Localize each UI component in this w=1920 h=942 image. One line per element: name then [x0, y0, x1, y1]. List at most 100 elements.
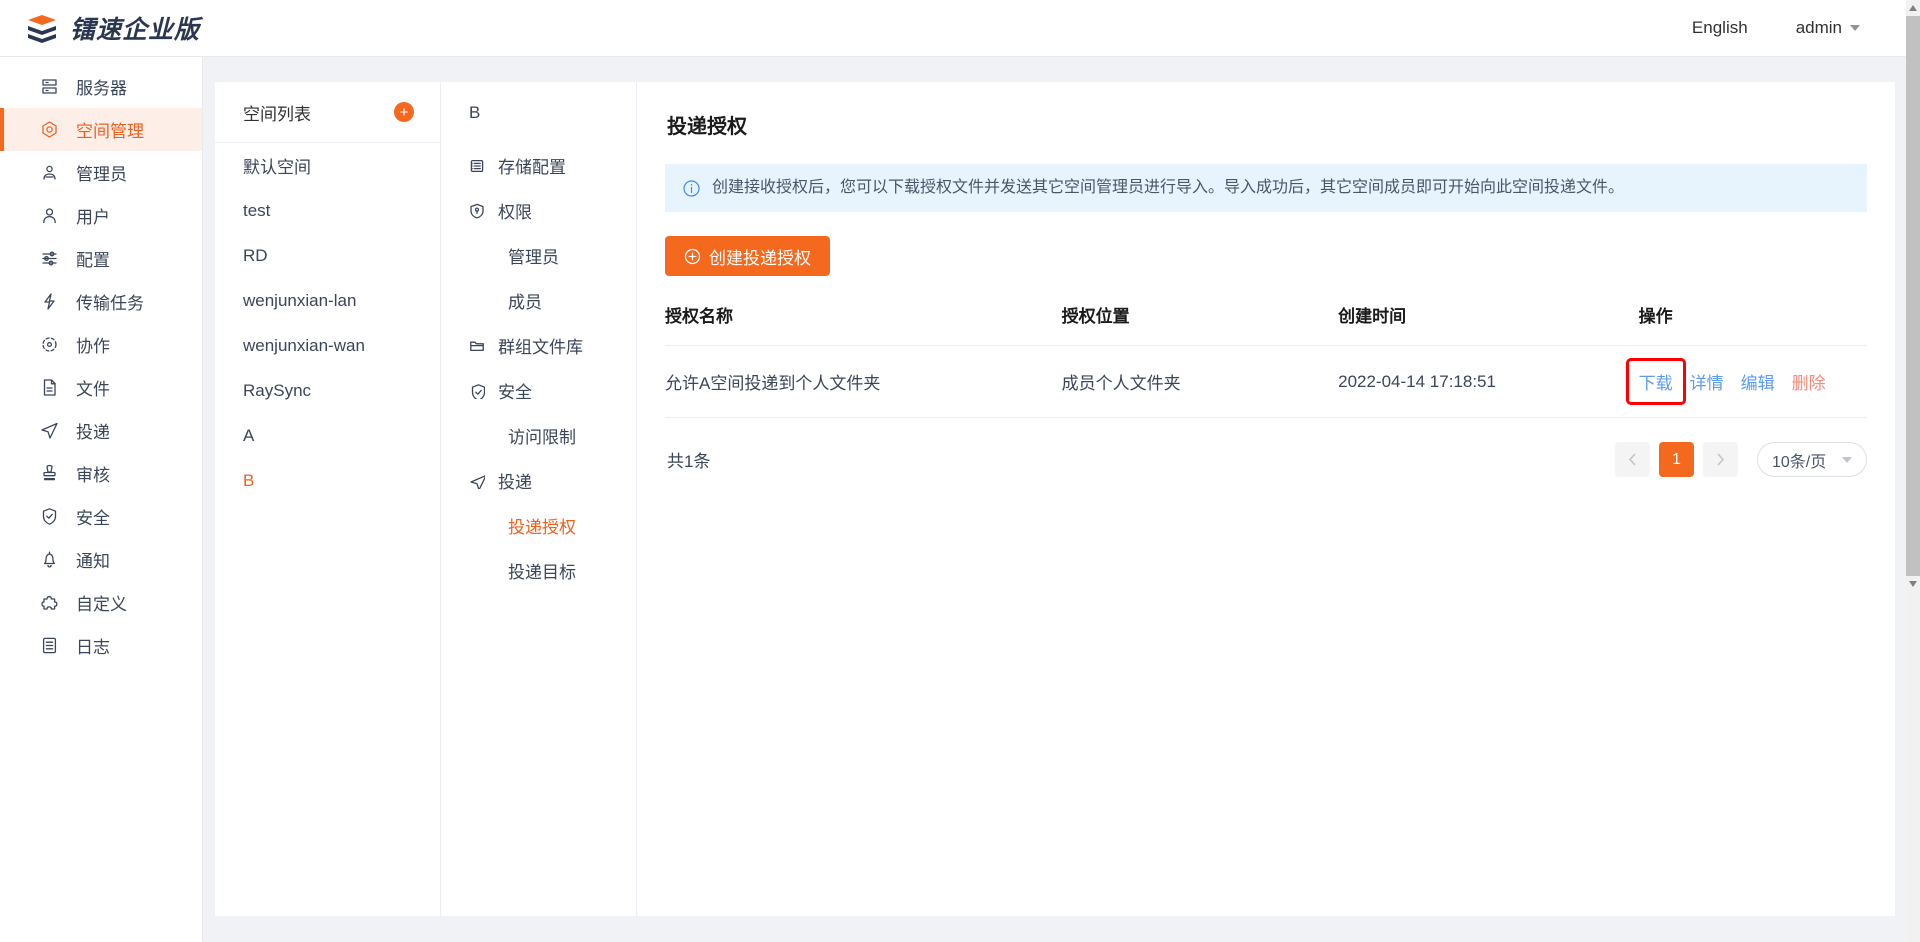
sidebar-item-label: 投递	[76, 418, 110, 443]
brand[interactable]: 镭速企业版	[0, 10, 203, 46]
sidebar-item-10[interactable]: 审核	[0, 452, 202, 495]
folder-icon	[469, 338, 485, 354]
pagination: 1 10条/页	[1615, 442, 1867, 477]
tree-item-label: 安全	[498, 378, 532, 403]
sidebar-item-14[interactable]: 日志	[0, 624, 202, 667]
content-area: 空间列表 + 默认空间 test RD wenjunxian-lan wenjunxia…	[203, 57, 1920, 942]
space-list-item-5[interactable]: wenjunxian-wan	[215, 323, 440, 368]
sidebar-item-11[interactable]: 安全	[0, 495, 202, 538]
user-menu-label: admin	[1796, 18, 1842, 38]
space-list-item-4[interactable]: wenjunxian-lan	[215, 278, 440, 323]
tree-item-label: 投递目标	[508, 558, 576, 583]
sidebar-item-12[interactable]: 通知	[0, 538, 202, 581]
tree-item-label: 群组文件库	[498, 333, 583, 358]
sidebar-nav: 服务器空间管理管理员用户配置传输任务协作文件投递审核安全通知自定义日志	[0, 57, 203, 942]
pagination-prev-button[interactable]	[1615, 442, 1650, 477]
tree-item-7[interactable]: 访问限制	[441, 413, 636, 458]
space-list-item-label: RaySync	[243, 381, 311, 401]
tree-item-4[interactable]: 成员	[441, 278, 636, 323]
space-list-item-3[interactable]: RD	[215, 233, 440, 278]
action-delete-link[interactable]: 删除	[1792, 369, 1826, 394]
chevron-down-icon	[1850, 25, 1860, 31]
brand-name: 镭速企业版	[70, 10, 200, 46]
table-body: 允许A空间投递到个人文件夹成员个人文件夹2022-04-14 17:18:51下…	[665, 346, 1867, 418]
sidebar-item-label: 安全	[76, 504, 110, 529]
tree-item-1[interactable]: 存储配置	[441, 143, 636, 188]
create-delivery-authorization-button[interactable]: 创建投递授权	[665, 236, 830, 276]
sidebar-item-label: 用户	[76, 203, 110, 228]
sidebar-item-label: 审核	[76, 461, 110, 486]
plus-circle-icon[interactable]: +	[394, 102, 414, 122]
space-tree-items: 存储配置权限管理员成员群组文件库安全访问限制投递投递授权投递目标	[441, 143, 636, 593]
tree-item-2[interactable]: 权限	[441, 188, 636, 233]
sidebar-item-13[interactable]: 自定义	[0, 581, 202, 624]
space-list-item-label: 默认空间	[243, 153, 311, 178]
space-list-item-1[interactable]: 默认空间	[215, 143, 440, 188]
sidebar-item-1[interactable]: 服务器	[0, 65, 202, 108]
raysync-logo-icon	[25, 13, 59, 43]
scrollbar-thumb[interactable]	[1906, 16, 1920, 576]
sidebar-item-label: 管理员	[76, 160, 127, 185]
space-tree-panel: B 存储配置权限管理员成员群组文件库安全访问限制投递投递授权投递目标	[441, 82, 637, 916]
space-list-items: 默认空间 test RD wenjunxian-lan wenjunxian-wan Ra…	[215, 143, 440, 503]
log-icon	[40, 636, 59, 655]
tree-item-9[interactable]: 投递授权	[441, 503, 636, 548]
shield-check-icon	[40, 507, 59, 526]
table-footer: 共1条 1 10条/页	[665, 442, 1867, 477]
cell-created-time: 2022-04-14 17:18:51	[1338, 346, 1639, 418]
scroll-down-arrow-icon[interactable]	[1906, 576, 1920, 592]
send-icon	[40, 421, 59, 440]
space-list-panel: 空间列表 + 默认空间 test RD wenjunxian-lan wenjunxia…	[215, 82, 441, 916]
sidebar-item-5[interactable]: 配置	[0, 237, 202, 280]
main-content-panel: 投递授权 创建接收授权后，您可以下载授权文件并发送其它空间管理员进行导入。导入成…	[637, 82, 1895, 916]
collaborate-icon	[40, 335, 59, 354]
action-download-link[interactable]: 下载	[1629, 361, 1683, 402]
user-menu-button[interactable]: admin	[1796, 18, 1860, 38]
header-right-group: English admin	[1692, 18, 1920, 38]
sidebar-item-8[interactable]: 文件	[0, 366, 202, 409]
space-list-item-6[interactable]: RaySync	[215, 368, 440, 413]
space-list-item-label: A	[243, 426, 254, 446]
sidebar-item-6[interactable]: 传输任务	[0, 280, 202, 323]
sidebar-item-4[interactable]: 用户	[0, 194, 202, 237]
space-list-item-label: wenjunxian-wan	[243, 336, 365, 356]
sliders-icon	[40, 249, 59, 268]
space-list-item-7[interactable]: A	[215, 413, 440, 458]
space-list-item-2[interactable]: test	[215, 188, 440, 233]
permission-icon	[469, 203, 485, 219]
space-list-item-label: RD	[243, 246, 268, 266]
space-list-item-label: wenjunxian-lan	[243, 291, 356, 311]
page-size-select[interactable]: 10条/页	[1757, 442, 1867, 477]
column-header-actions: 操作	[1639, 302, 1867, 346]
sidebar-item-9[interactable]: 投递	[0, 409, 202, 452]
transfer-icon	[40, 292, 59, 311]
space-list-item-8[interactable]: B	[215, 458, 440, 503]
tree-item-8[interactable]: 投递	[441, 458, 636, 503]
sidebar-item-label: 服务器	[76, 74, 127, 99]
sidebar-item-2[interactable]: 空间管理	[0, 108, 202, 151]
pagination-page-1[interactable]: 1	[1659, 442, 1694, 477]
action-detail-link[interactable]: 详情	[1690, 369, 1724, 394]
page-title: 投递授权	[665, 82, 1867, 139]
bell-icon	[40, 550, 59, 569]
tree-item-5[interactable]: 群组文件库	[441, 323, 636, 368]
language-switch-button[interactable]: English	[1692, 18, 1748, 38]
action-edit-link[interactable]: 编辑	[1741, 369, 1775, 394]
table-header-row: 授权名称 授权位置 创建时间 操作	[665, 302, 1867, 346]
page-scrollbar[interactable]	[1906, 0, 1920, 942]
puzzle-icon	[40, 593, 59, 612]
tree-item-label: 投递	[498, 468, 532, 493]
tree-item-3[interactable]: 管理员	[441, 233, 636, 278]
send-icon	[469, 473, 485, 489]
scroll-up-arrow-icon[interactable]	[1906, 0, 1920, 16]
pagination-next-button[interactable]	[1703, 442, 1738, 477]
tree-item-6[interactable]: 安全	[441, 368, 636, 413]
tree-item-10[interactable]: 投递目标	[441, 548, 636, 593]
chevron-right-icon	[1716, 453, 1725, 466]
sidebar-item-3[interactable]: 管理员	[0, 151, 202, 194]
sidebar-item-7[interactable]: 协作	[0, 323, 202, 366]
space-list-title: 空间列表	[243, 100, 311, 125]
tree-item-label: 存储配置	[498, 153, 566, 178]
server-icon	[40, 77, 59, 96]
column-header-location: 授权位置	[1062, 302, 1338, 346]
